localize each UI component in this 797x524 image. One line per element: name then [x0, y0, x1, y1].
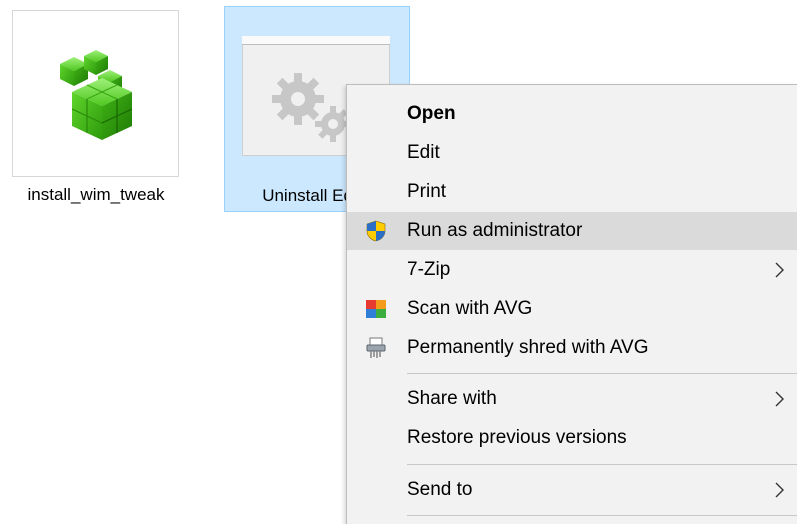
context-menu: Open Edit Print Run as administrator 7-Z… [346, 84, 797, 524]
menu-separator [407, 515, 797, 516]
file-thumbnail [12, 10, 179, 177]
menu-item-send-to[interactable]: Send to [347, 471, 797, 509]
file-install-wim-tweak[interactable]: install_wim_tweak [8, 6, 184, 236]
menu-item-label: Scan with AVG [407, 298, 533, 319]
menu-item-label: Send to [407, 479, 473, 500]
thumbnail-titlebar [242, 36, 390, 45]
registry-cubes-icon [60, 50, 133, 140]
avg-icon [366, 300, 386, 318]
shredder-icon [366, 337, 386, 358]
menu-separator [407, 373, 797, 374]
menu-item-label: Print [407, 181, 447, 202]
chevron-right-icon [775, 482, 784, 498]
menu-item-label: Edit [407, 142, 440, 163]
chevron-right-icon [775, 262, 784, 278]
menu-item-label: 7-Zip [407, 259, 451, 280]
menu-item-edit[interactable]: Edit [347, 134, 797, 172]
menu-item-restore-previous-versions[interactable]: Restore previous versions [347, 419, 797, 457]
menu-item-open[interactable]: Open [347, 95, 797, 133]
chevron-right-icon [775, 391, 784, 407]
menu-item-7zip[interactable]: 7-Zip [347, 251, 797, 289]
menu-item-label: Share with [407, 388, 497, 409]
menu-item-label: Permanently shred with AVG [407, 337, 649, 358]
menu-item-run-as-administrator[interactable]: Run as administrator [347, 212, 797, 250]
menu-item-label: Open [407, 103, 456, 124]
menu-item-shred-with-avg[interactable]: Permanently shred with AVG [347, 329, 797, 367]
file-name: install_wim_tweak [27, 185, 165, 204]
menu-item-print[interactable]: Print [347, 173, 797, 211]
menu-separator [407, 464, 797, 465]
menu-item-label: Run as administrator [407, 220, 583, 241]
menu-item-scan-with-avg[interactable]: Scan with AVG [347, 290, 797, 328]
uac-shield-icon [366, 220, 386, 242]
menu-item-share-with[interactable]: Share with [347, 380, 797, 418]
menu-item-label: Restore previous versions [407, 427, 627, 448]
